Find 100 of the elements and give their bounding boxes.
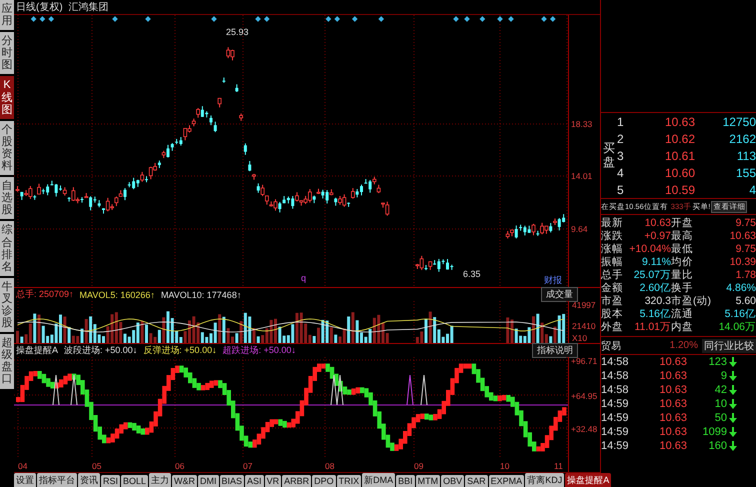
quote-label: 振幅 <box>601 256 624 269</box>
month-label: 08 <box>325 461 334 471</box>
axis-label: 14.01 <box>571 171 592 181</box>
order-price: 10.60 <box>664 166 695 180</box>
industry-change: 1.20% <box>670 340 698 351</box>
high-price-label: 25.93 <box>226 27 249 37</box>
order-volume: 155 <box>734 166 756 180</box>
order-level: 5 <box>617 182 625 196</box>
order-volume: 113 <box>736 148 756 162</box>
quote-label: 总手 <box>601 269 624 282</box>
industry-name: 贸易 <box>601 340 621 352</box>
legend-text: 反弹进场: +50.00↓ <box>143 344 217 357</box>
legend-text: 总手: 250709↑ <box>16 288 74 301</box>
indicator-tab[interactable]: SAR <box>465 474 488 486</box>
quote-value: 25.07万 <box>632 269 671 282</box>
indicator-tab[interactable]: BOLL <box>121 474 148 486</box>
month-label: 04 <box>18 461 28 471</box>
quote-label: 涨跌 <box>601 230 624 243</box>
indicator-tab[interactable]: 操盘提醒A <box>565 473 612 487</box>
industry-compare-button[interactable]: 同行业比较 <box>702 338 756 352</box>
sidebar-tab[interactable]: 超级盘口 <box>0 334 14 389</box>
indicator-tab[interactable]: ASI <box>245 474 264 486</box>
trade-price: 10.63 <box>658 412 687 424</box>
order-price: 10.61 <box>664 148 695 162</box>
indicator-help-button[interactable]: 指标说明 <box>532 343 578 358</box>
indicator-tab[interactable]: W&R <box>172 474 198 486</box>
order-level: 3 <box>617 148 625 162</box>
indicator-tab[interactable]: DPO <box>312 474 336 486</box>
sidebar-tab[interactable]: 自选股 <box>0 177 14 220</box>
chart-period: 日线(复权) <box>16 0 63 14</box>
month-label: 07 <box>243 461 252 471</box>
quote-label: 最高 <box>671 230 694 243</box>
quote-label: 流通 <box>671 308 694 321</box>
trade-volume: 1099 <box>702 426 727 438</box>
indicator-tab[interactable]: OBV <box>441 474 464 486</box>
report-marker: 财报 <box>544 275 562 285</box>
indicator-tab[interactable]: BBI <box>396 474 415 486</box>
axis-label: 18.33 <box>571 119 592 129</box>
candlestick <box>239 113 243 122</box>
sidebar-tab[interactable]: K线图 <box>0 76 14 119</box>
indicator-tab[interactable]: 主力 <box>149 473 172 487</box>
trade-volume: 123 <box>708 356 727 368</box>
indicator-tab[interactable]: VR <box>264 474 282 486</box>
indicator-tab[interactable]: EXPMA <box>488 474 524 486</box>
quote-value: +10.04% <box>628 243 671 256</box>
order-volume: 12750 <box>722 114 756 128</box>
quote-label: 均价 <box>671 256 694 269</box>
candlestick <box>244 142 247 156</box>
indicator-tab[interactable]: 资讯 <box>78 473 100 487</box>
trade-volume: 50 <box>714 412 727 424</box>
quote-value: 1.78 <box>734 269 756 282</box>
sidebar-tab[interactable]: 综合排名 <box>0 221 14 276</box>
trade-volume: 160 <box>708 440 727 452</box>
indicator-dropdown[interactable]: 成交量 <box>541 287 578 302</box>
indicator-tab[interactable]: RSI <box>101 474 120 486</box>
legend-text: 超跌进场: +50.00↓ <box>222 344 296 357</box>
trade-time: 14:58 <box>601 370 630 382</box>
axis-label: 21410 <box>572 321 596 331</box>
quote-value: 10.63 <box>728 230 756 243</box>
indicator-tab[interactable]: DMI <box>198 474 219 486</box>
stock-name: 汇鸿集团 <box>68 0 109 14</box>
trade-time: 14:59 <box>601 440 630 452</box>
order-price: 10.59 <box>664 182 695 196</box>
order-level: 2 <box>617 132 625 146</box>
legend-text: 波段进场: +50.00↓ <box>64 344 138 357</box>
trade-time: 14:59 <box>601 398 630 410</box>
indicator-tab[interactable]: 背离KDJ <box>525 473 564 487</box>
axis-label: +64.95 <box>571 391 598 401</box>
sidebar-tab[interactable]: 个股资料 <box>0 120 14 176</box>
indicator-tab[interactable]: ARBR <box>282 474 312 486</box>
trade-time: 14:59 <box>601 412 630 424</box>
trade-volume: 42 <box>714 384 727 396</box>
order-level: 4 <box>617 166 625 180</box>
indicator-tab[interactable]: 设置 <box>14 473 36 487</box>
axis-label: 41997 <box>572 301 596 310</box>
trade-time: 14:59 <box>601 426 630 438</box>
order-price: 10.63 <box>664 114 695 128</box>
sidebar-tab[interactable]: 分时图 <box>0 32 14 74</box>
order-side-label: 买盘 <box>602 142 616 169</box>
indicator-tab[interactable]: 指标平台 <box>37 473 77 487</box>
sidebar-tab[interactable]: 应用 <box>0 0 14 30</box>
trade-price: 10.63 <box>658 370 687 382</box>
indicator-tab[interactable]: MTM <box>416 474 440 486</box>
quote-label: 内盘 <box>671 321 694 334</box>
trade-time: 14:58 <box>601 356 630 368</box>
indicator-tab[interactable]: TRIX <box>336 474 362 486</box>
quote-value: 14.06万 <box>718 321 756 334</box>
quote-value: 10.63 <box>644 217 671 230</box>
low-price-label: 6.35 <box>463 269 481 279</box>
legend-text: MAVOL5: 160266↑ <box>80 290 155 300</box>
quote-value: 5.16亿 <box>724 308 756 321</box>
indicator-tab[interactable]: 新DMA <box>362 473 396 487</box>
quote-value: 4.86% <box>725 282 756 295</box>
quote-value: 2.60亿 <box>638 282 671 295</box>
indicator-tab[interactable]: BIAS <box>220 474 244 486</box>
quote-label: 股本 <box>601 308 624 321</box>
sidebar-tab[interactable]: 牛叉诊股 <box>0 278 14 332</box>
quote-value: 5.60 <box>734 295 756 308</box>
axis-label: X10 <box>572 333 588 343</box>
month-label: 05 <box>92 461 102 471</box>
